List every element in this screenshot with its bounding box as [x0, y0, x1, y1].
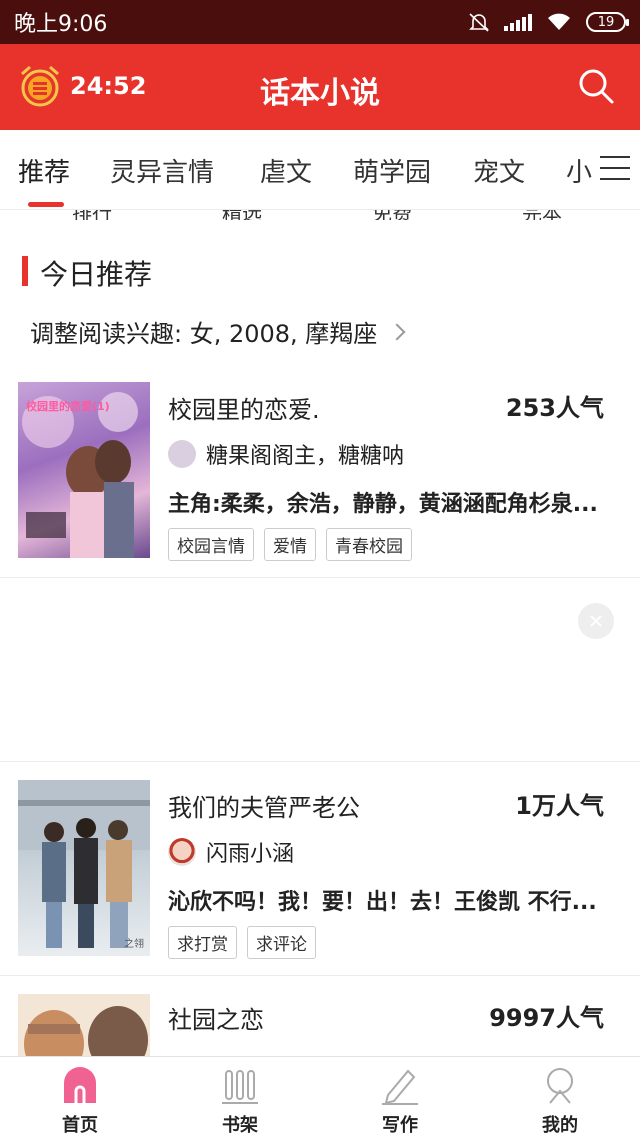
bell-muted-icon — [469, 13, 489, 32]
book-popularity: 1万人气 — [515, 792, 604, 820]
cover-watermark: 之翎 — [124, 939, 144, 950]
book-popularity: 253人气 — [505, 394, 604, 422]
book-title[interactable]: 社园之恋 — [168, 1000, 264, 1035]
author-name: 闪雨小涵 — [206, 842, 295, 867]
home-icon — [64, 1067, 96, 1103]
book-description: 主角:柔柔，余浩，静静，黄涵涵配角杉泉... — [168, 492, 598, 517]
book-tag[interactable]: 青春校园 — [326, 528, 412, 561]
cover-illustration — [18, 780, 150, 948]
tab-supernatural-romance[interactable]: 灵异言情 — [110, 152, 214, 189]
app-bar: 24:52 话本小说 — [0, 44, 640, 130]
book-author[interactable]: 糖果阁阁主，糖糖呐 — [168, 438, 404, 470]
book-tags: 求打赏 求评论 — [168, 926, 316, 959]
nav-label: 首页 — [62, 1115, 98, 1136]
book-tag[interactable]: 校园言情 — [168, 528, 254, 561]
category-tabs: 推荐 灵异言情 虐文 萌学园 宠文 小 — [0, 130, 640, 210]
book-title[interactable]: 我们的夫管严老公 — [168, 788, 360, 823]
bottom-navigation: 首页 书架 写作 我的 — [0, 1056, 640, 1138]
book-card[interactable]: 社园之恋 9997人气 — [0, 976, 640, 1056]
battery-level: 19 — [597, 14, 615, 30]
reading-interest-text: 调整阅读兴趣: 女, 2008, 摩羯座 — [30, 320, 378, 348]
book-cover — [18, 994, 150, 1056]
tab-recommend[interactable]: 推荐 — [18, 152, 70, 189]
book-tag[interactable]: 求打赏 — [168, 926, 237, 959]
pen-icon — [382, 1069, 418, 1105]
tab-cute-school[interactable]: 萌学园 — [353, 152, 431, 189]
section-title: 今日推荐 — [40, 258, 153, 291]
search-icon[interactable] — [576, 66, 616, 106]
nav-me[interactable]: 我的 — [480, 1057, 640, 1138]
nav-label: 书架 — [222, 1115, 258, 1136]
book-description: 沁欣不吗！我！要！出！去！王俊凯 不行... — [168, 890, 597, 915]
close-icon[interactable] — [578, 603, 614, 639]
clipped-shortcut-row: 排行 精选 免费 完本 — [0, 210, 640, 220]
avatar — [168, 440, 196, 468]
wifi-icon — [548, 13, 570, 30]
tab-more[interactable]: 小 — [566, 152, 592, 189]
active-tab-indicator — [28, 202, 64, 207]
book-tag[interactable]: 求评论 — [247, 926, 316, 959]
cover-title: 校园里的恋爱(1) — [26, 400, 110, 413]
book-popularity: 9997人气 — [489, 1004, 604, 1032]
book-tags: 校园言情 爱情 青春校园 — [168, 528, 412, 561]
book-cover: 校园里的恋爱(1) — [18, 382, 150, 558]
shortcut-featured[interactable]: 精选 — [222, 210, 262, 220]
tab-pampering[interactable]: 宠文 — [473, 152, 525, 189]
book-cover: 之翎 — [18, 780, 150, 956]
app-screen: 晚上9:06 19 24:52 话本小说 推荐 灵异言情 虐文 萌学园 宠文 小… — [0, 0, 640, 1138]
alarm-clock-icon[interactable] — [18, 64, 62, 108]
book-author[interactable]: 闪雨小涵 — [168, 836, 294, 868]
nav-label: 写作 — [382, 1115, 418, 1136]
shortcut-ranking[interactable]: 排行 — [72, 210, 112, 220]
reading-interest-link[interactable]: 调整阅读兴趣: 女, 2008, 摩羯座 — [30, 314, 406, 349]
menu-icon[interactable] — [600, 156, 630, 184]
nav-write[interactable]: 写作 — [320, 1057, 480, 1138]
status-icons: 19 — [468, 11, 629, 33]
nav-bookshelf[interactable]: 书架 — [160, 1057, 320, 1138]
tab-angst[interactable]: 虐文 — [260, 152, 312, 189]
nav-home[interactable]: 首页 — [0, 1057, 160, 1138]
book-card[interactable]: 之翎 我们的夫管严老公 1万人气 闪雨小涵 沁欣不吗！我！要！出！去！王俊凯 不… — [0, 762, 640, 976]
reading-timer[interactable]: 24:52 — [70, 72, 146, 100]
shortcut-free[interactable]: 免费 — [372, 210, 412, 220]
book-card[interactable]: 校园里的恋爱(1) 校园里的恋爱. 253人气 糖果阁阁主，糖糖呐 主角:柔柔，… — [0, 366, 640, 578]
chevron-right-icon — [388, 323, 406, 340]
author-name: 糖果阁阁主，糖糖呐 — [206, 444, 405, 469]
user-icon — [547, 1068, 573, 1104]
status-bar: 晚上9:06 19 — [0, 0, 640, 44]
ad-placeholder — [0, 578, 640, 762]
status-time: 晚上9:06 — [14, 12, 108, 37]
bookshelf-icon — [222, 1070, 258, 1104]
avatar — [168, 838, 196, 866]
section-accent-bar — [22, 256, 28, 286]
nav-label: 我的 — [542, 1115, 578, 1136]
book-title[interactable]: 校园里的恋爱. — [168, 390, 320, 425]
book-tag[interactable]: 爱情 — [264, 528, 316, 561]
battery-icon: 19 — [586, 12, 629, 32]
shortcut-completed[interactable]: 完本 — [522, 210, 562, 220]
cover-illustration — [24, 1006, 148, 1056]
signal-icon — [504, 13, 532, 31]
